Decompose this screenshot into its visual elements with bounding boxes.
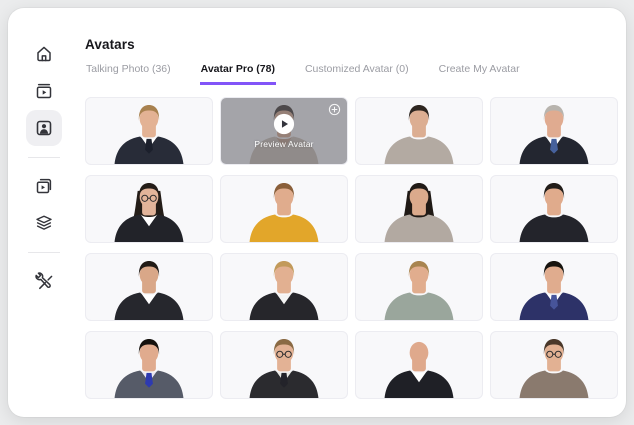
avatar-card[interactable] (220, 331, 348, 399)
sidebar-item-home[interactable] (26, 36, 62, 72)
sidebar-item-tools[interactable] (26, 263, 62, 299)
avatar-card[interactable] (85, 253, 213, 321)
avatar-card[interactable]: Preview Avatar (220, 97, 348, 165)
avatar-card[interactable] (220, 175, 348, 243)
avatar-card[interactable] (490, 253, 618, 321)
video-template-icon (34, 81, 54, 101)
sidebar (8, 8, 80, 417)
sidebar-item-videos[interactable] (26, 168, 62, 204)
tab-avatar-pro[interactable]: Avatar Pro (78) (200, 63, 276, 85)
tab-create-my-avatar[interactable]: Create My Avatar (438, 63, 521, 85)
avatar-icon (34, 118, 54, 138)
avatar-card[interactable] (220, 253, 348, 321)
sidebar-item-avatars[interactable] (26, 110, 62, 146)
avatar-card[interactable] (490, 331, 618, 399)
avatar-card[interactable] (85, 175, 213, 243)
avatar-grid: Preview Avatar (85, 97, 618, 399)
preview-avatar-label: Preview Avatar (254, 139, 313, 149)
sidebar-divider (28, 252, 60, 253)
sidebar-divider (28, 157, 60, 158)
avatar-card[interactable] (490, 97, 618, 165)
avatar-card[interactable] (355, 331, 483, 399)
avatar-card[interactable] (355, 175, 483, 243)
sidebar-item-assets[interactable] (26, 205, 62, 241)
avatar-hover-overlay: Preview Avatar (221, 98, 347, 164)
avatar-card[interactable] (355, 253, 483, 321)
page-title: Avatars (85, 37, 626, 52)
app-window: Avatars Talking Photo (36) Avatar Pro (78… (8, 8, 626, 417)
tab-customized-avatar[interactable]: Customized Avatar (0) (304, 63, 410, 85)
layers-icon (34, 213, 54, 233)
avatar-card[interactable] (355, 97, 483, 165)
add-avatar-button[interactable] (328, 103, 341, 116)
avatar-card[interactable] (85, 331, 213, 399)
sidebar-item-templates[interactable] (26, 73, 62, 109)
plus-circle-icon (328, 103, 341, 116)
my-videos-icon (34, 176, 54, 196)
tools-icon (34, 271, 54, 291)
preview-play-button[interactable] (273, 113, 295, 135)
tab-bar: Talking Photo (36) Avatar Pro (78) Customi… (85, 63, 626, 85)
home-icon (34, 44, 54, 64)
main-content: Avatars Talking Photo (36) Avatar Pro (78… (80, 8, 626, 417)
play-icon (273, 113, 295, 135)
tab-talking-photo[interactable]: Talking Photo (36) (85, 63, 172, 85)
avatar-card[interactable] (85, 97, 213, 165)
avatar-card[interactable] (490, 175, 618, 243)
